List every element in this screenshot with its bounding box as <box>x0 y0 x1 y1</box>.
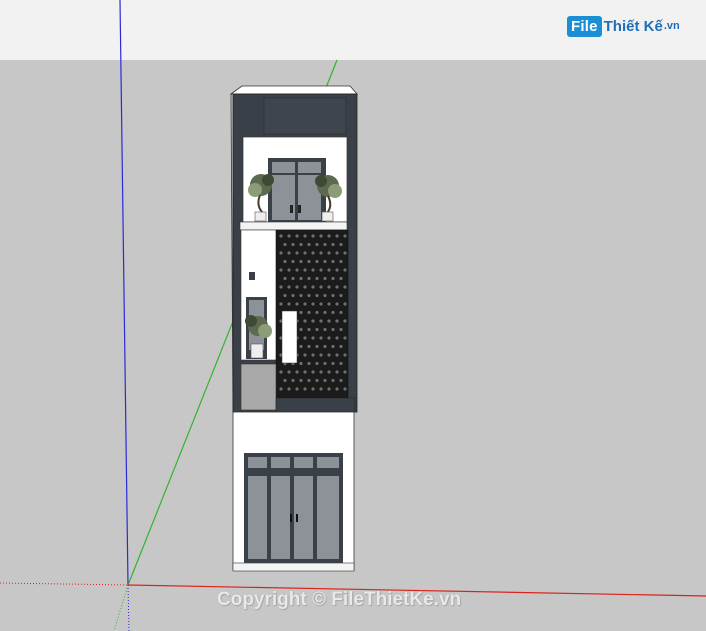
main-door <box>244 453 343 563</box>
roof-top <box>229 85 358 95</box>
logo-domain: .vn <box>663 20 680 32</box>
logo-badge: File <box>567 15 602 37</box>
model-viewport[interactable] <box>0 0 706 631</box>
copyright-watermark: Copyright © FileThietKe.vn <box>217 589 462 610</box>
axis-green-dotted <box>113 584 129 631</box>
balcony-slab <box>239 221 348 231</box>
screen-opening <box>281 310 298 364</box>
lower-band <box>275 397 356 413</box>
axis-blue-dotted <box>127 584 130 631</box>
small-window-notch <box>249 272 255 280</box>
top-fascia <box>263 97 347 135</box>
house-model[interactable] <box>229 85 358 572</box>
site-logo: File Thiết Kế .vn <box>567 12 680 40</box>
axis-red-dotted <box>0 582 129 586</box>
base-plinth <box>232 562 355 572</box>
planter-box <box>240 363 277 411</box>
logo-text: Thiết Kế <box>603 17 663 35</box>
third-floor-window <box>268 158 326 222</box>
axis-blue <box>119 0 129 586</box>
